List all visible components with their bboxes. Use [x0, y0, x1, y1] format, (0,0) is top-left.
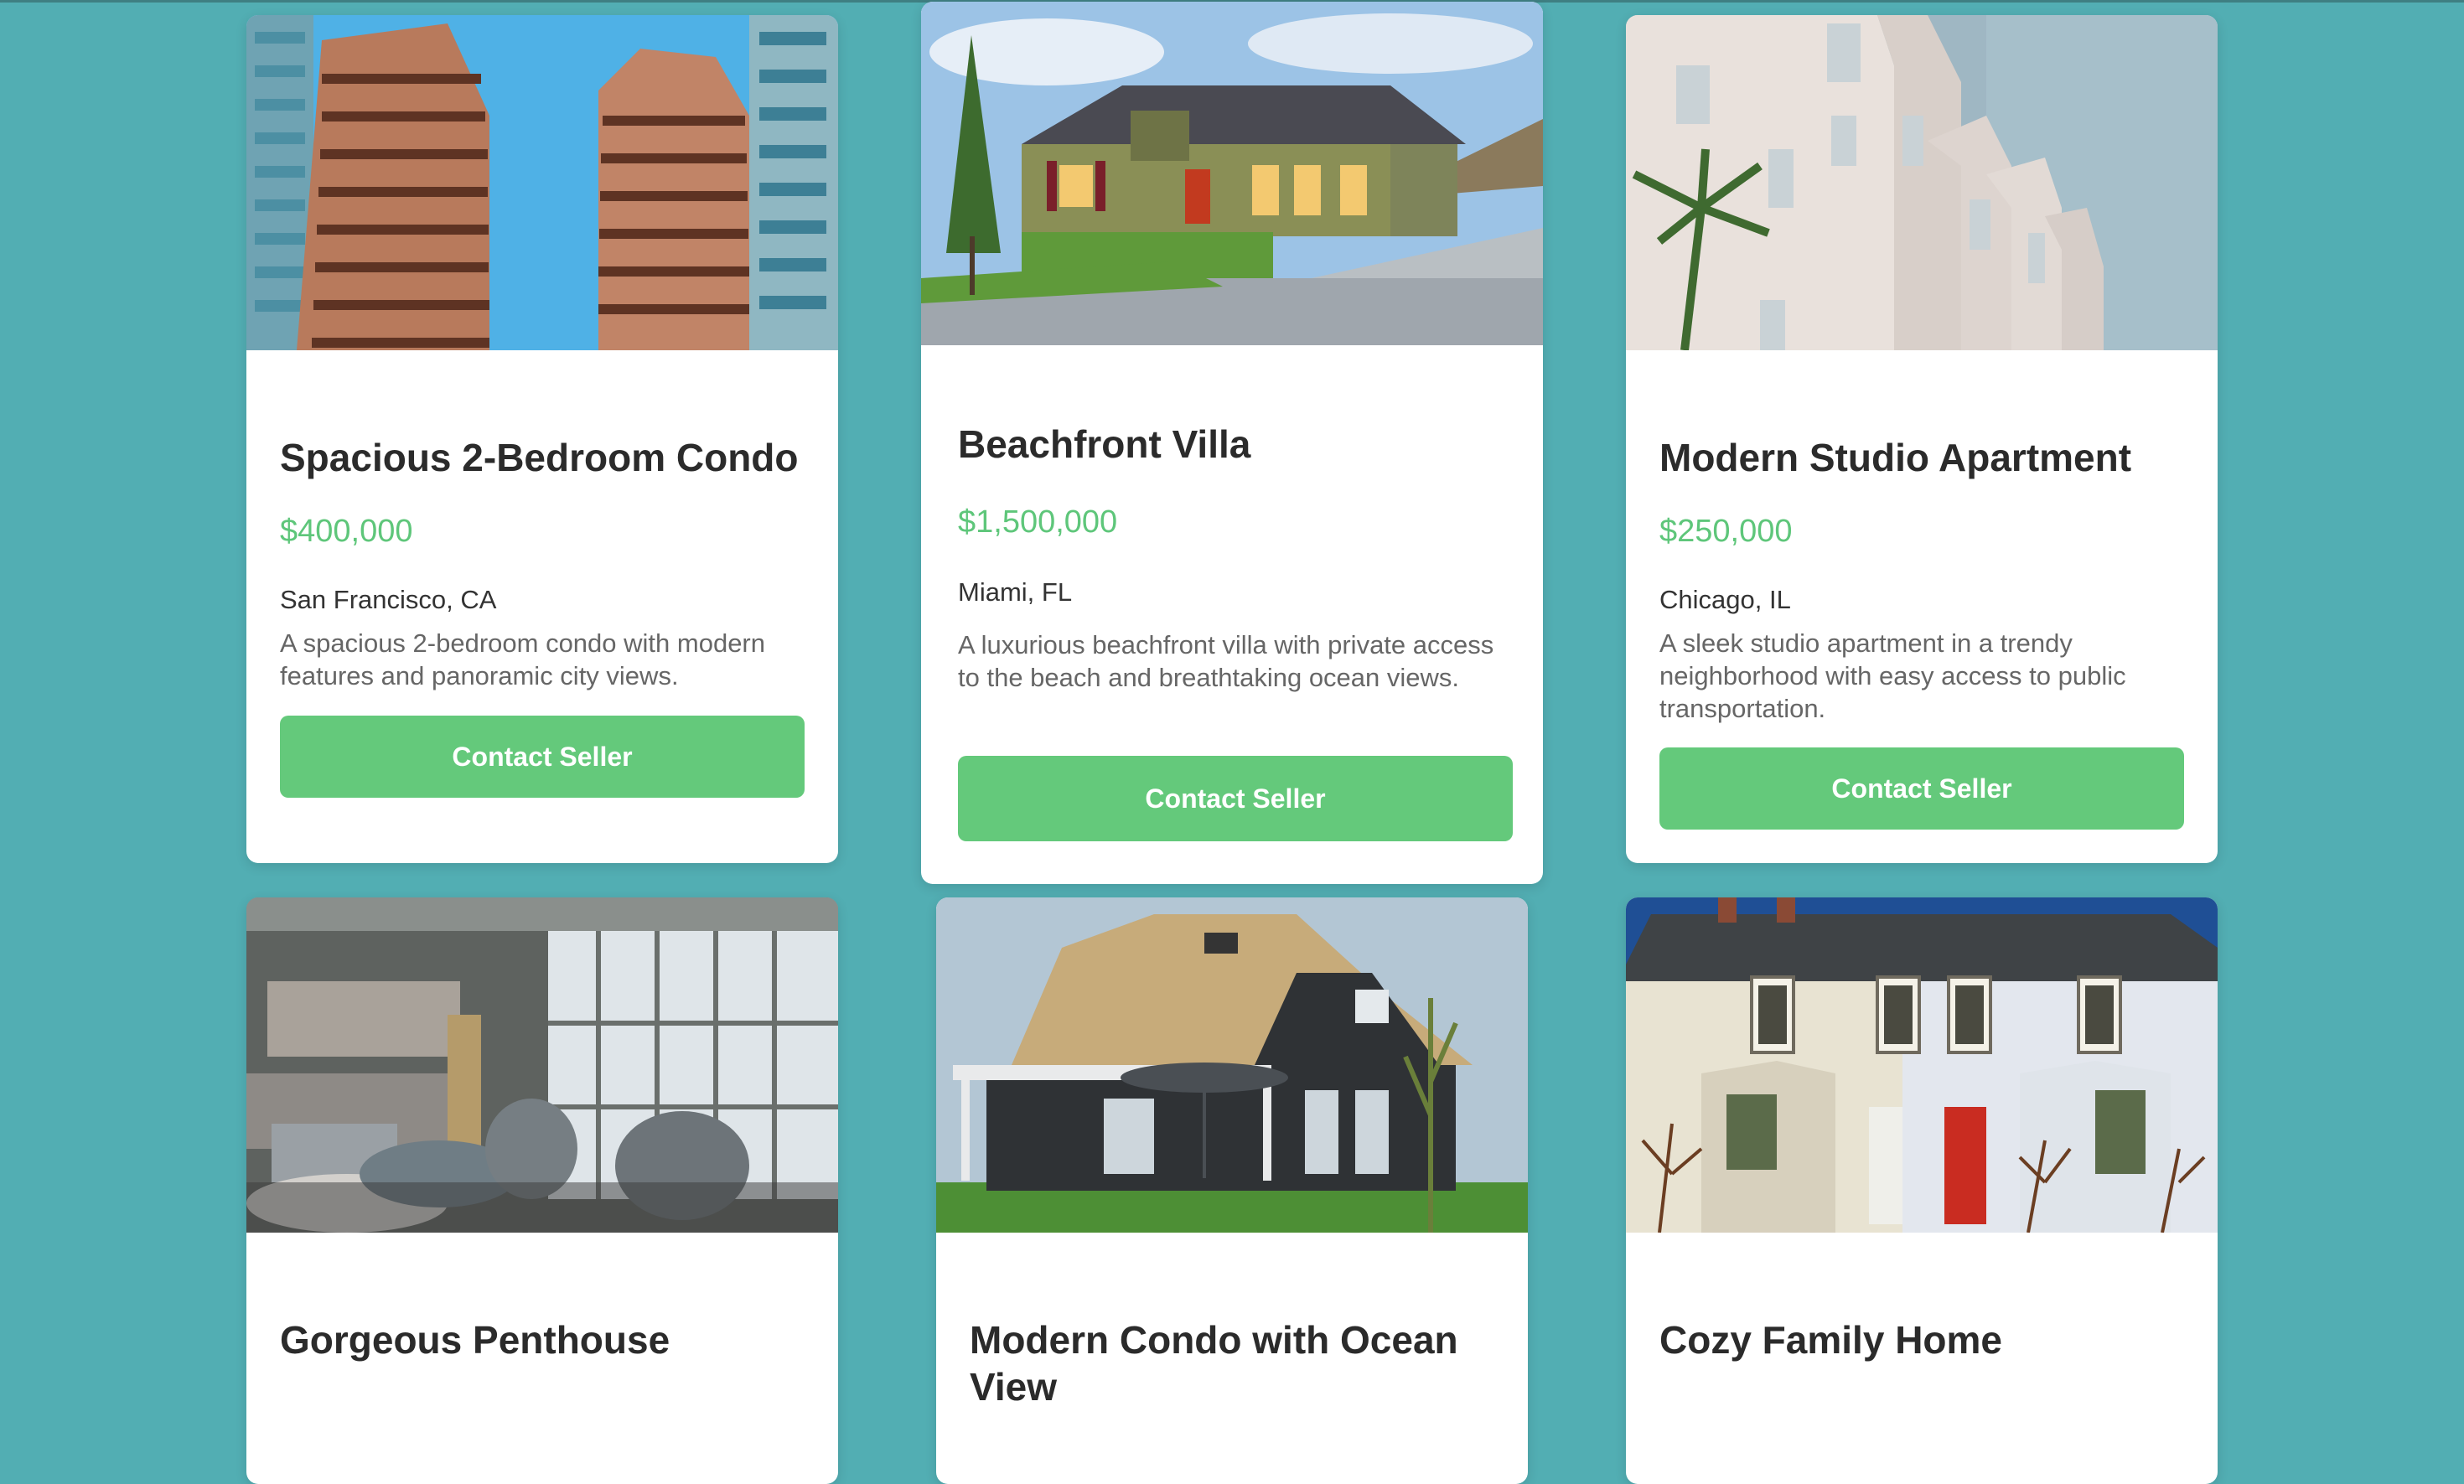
- listing-photo: [921, 2, 1543, 345]
- listing-title: Modern Condo with Ocean View: [970, 1318, 1458, 1409]
- listing-title: Beachfront Villa: [958, 422, 1251, 466]
- listing-location: San Francisco, CA: [280, 585, 497, 614]
- listing-photo: [246, 15, 838, 350]
- listing-price: $1,500,000: [958, 504, 1118, 540]
- listing-photo: [246, 897, 838, 1233]
- listing-card: Modern Condo with Ocean View: [936, 897, 1528, 1484]
- listing-photo: [1626, 897, 2218, 1233]
- contact-seller-button[interactable]: Contact Seller: [958, 756, 1513, 841]
- listing-photo: [936, 897, 1528, 1233]
- listing-card: Modern Studio Apartment $250,000 Chicago…: [1626, 15, 2218, 863]
- listing-price: $250,000: [1659, 514, 1793, 549]
- contact-seller-button[interactable]: Contact Seller: [1659, 747, 2184, 830]
- listing-location: Miami, FL: [958, 577, 1073, 607]
- listing-card: Beachfront Villa $1,500,000 Miami, FL A …: [921, 2, 1543, 884]
- contact-seller-button[interactable]: Contact Seller: [280, 716, 805, 798]
- listing-photo: [1626, 15, 2218, 350]
- listing-location: Chicago, IL: [1659, 585, 1791, 614]
- listing-title: Gorgeous Penthouse: [280, 1318, 670, 1362]
- listing-card: Spacious 2-Bedroom Condo $400,000 San Fr…: [246, 15, 838, 863]
- listing-description: A sleek studio apartment in a trendy nei…: [1659, 628, 2126, 723]
- listing-description: A spacious 2-bedroom condo with modern f…: [280, 628, 765, 690]
- listing-card: Cozy Family Home: [1626, 897, 2218, 1484]
- listing-title: Cozy Family Home: [1659, 1318, 2002, 1362]
- listing-description: A luxurious beachfront villa with privat…: [958, 630, 1494, 692]
- listing-title: Modern Studio Apartment: [1659, 436, 2132, 479]
- listing-price: $400,000: [280, 514, 413, 549]
- listing-card: Gorgeous Penthouse: [246, 897, 838, 1484]
- listing-title: Spacious 2-Bedroom Condo: [280, 436, 799, 479]
